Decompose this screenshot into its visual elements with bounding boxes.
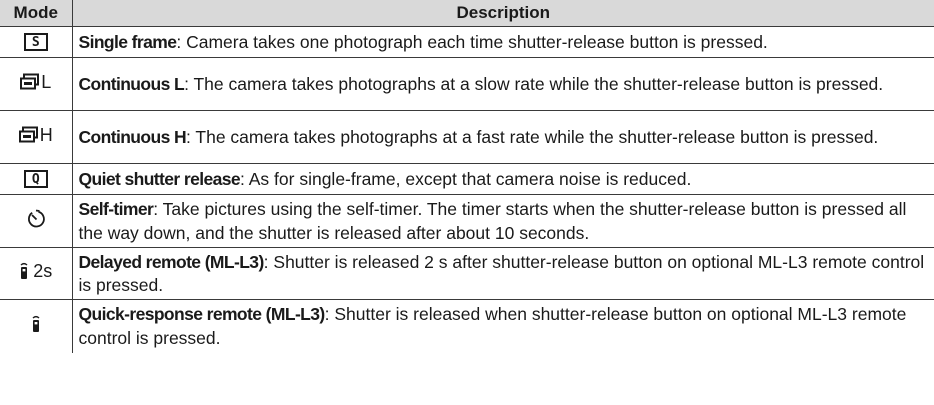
mode-name: Continuous L <box>78 73 185 94</box>
mode-description: : Camera takes one photograph each time … <box>176 31 768 52</box>
mode-cell <box>0 299 73 353</box>
single-frame-icon: S <box>23 33 48 52</box>
table-row: Quick-response remote (ML-L3): Shutter i… <box>0 299 934 353</box>
description-column-header: Description <box>72 0 934 27</box>
table-row: S Single frame: Camera takes one photogr… <box>0 26 934 58</box>
description-cell: Continuous L: The camera takes photograp… <box>72 57 934 111</box>
mode-cell: Q <box>0 163 73 195</box>
mode-description: : Take pictures using the self-timer. Th… <box>78 199 907 243</box>
mode-name: Quiet shutter release <box>78 168 241 189</box>
mode-column-header: Mode <box>0 0 73 27</box>
description-cell: Self-timer: Take pictures using the self… <box>72 194 934 248</box>
table-row: H Continuous H: The camera takes photogr… <box>0 110 934 164</box>
table-row: Q Quiet shutter release: As for single-f… <box>0 163 934 195</box>
quick-response-remote-icon <box>31 314 41 334</box>
mode-cell: H <box>0 110 73 164</box>
description-cell: Quick-response remote (ML-L3): Shutter i… <box>72 300 934 353</box>
mode-name: Continuous H <box>78 126 187 147</box>
release-mode-table: Mode Description S Single frame: Camera … <box>0 0 934 353</box>
mode-name: Quick-response remote (ML-L3) <box>78 304 326 325</box>
mode-name: Single frame <box>78 31 177 52</box>
mode-cell: 2s <box>0 247 73 300</box>
table-row: Self-timer: Take pictures using the self… <box>0 194 934 248</box>
mode-cell: L <box>0 57 73 111</box>
description-cell: Continuous H: The camera takes photograp… <box>72 110 934 164</box>
mode-name: Delayed remote (ML-L3) <box>78 251 265 272</box>
delayed-remote-icon: 2s <box>19 261 52 282</box>
mode-description: : The camera takes photographs at a fast… <box>186 126 879 147</box>
table-row: L Continuous L: The camera takes photogr… <box>0 57 934 111</box>
quiet-shutter-icon: Q <box>23 170 48 189</box>
self-timer-icon <box>26 209 46 229</box>
mode-description: : As for single-frame, except that camer… <box>240 168 692 189</box>
continuous-h-icon: H <box>18 125 53 146</box>
description-cell: Delayed remote (ML-L3): Shutter is relea… <box>72 247 934 300</box>
description-cell: Single frame: Camera takes one photograp… <box>72 26 934 58</box>
mode-cell: S <box>0 26 73 58</box>
header-row: Mode Description <box>0 0 934 27</box>
continuous-l-icon: L <box>20 72 51 93</box>
mode-description: : The camera takes photographs at a slow… <box>184 73 884 94</box>
description-cell: Quiet shutter release: As for single-fra… <box>72 163 934 195</box>
mode-cell <box>0 194 73 248</box>
mode-name: Self-timer <box>78 199 154 219</box>
table-row: 2s Delayed remote (ML-L3): Shutter is re… <box>0 247 934 300</box>
